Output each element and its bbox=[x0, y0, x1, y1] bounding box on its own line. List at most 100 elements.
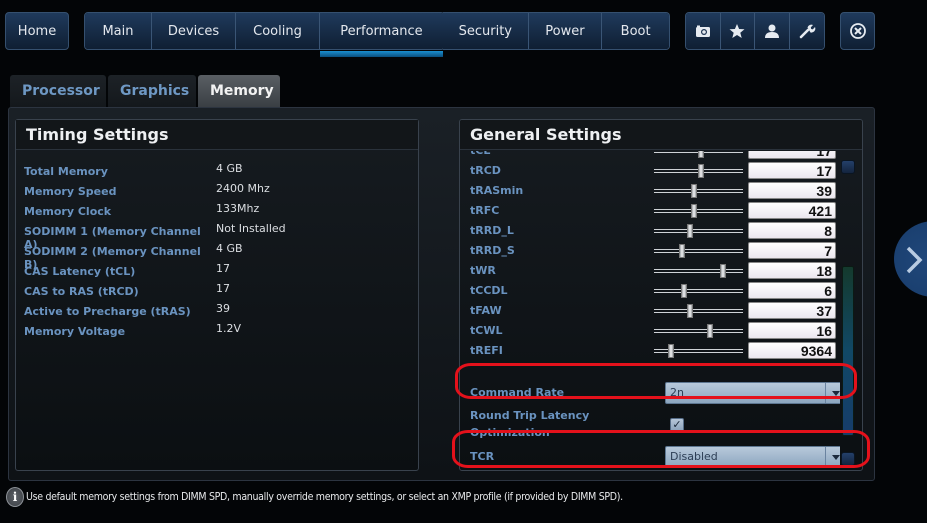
subtab-processor-label: Processor bbox=[22, 83, 100, 99]
slider-track[interactable] bbox=[654, 244, 743, 258]
slider-label: tCL bbox=[470, 151, 490, 157]
timing-row-label: Memory Voltage bbox=[24, 325, 126, 338]
subtab-graphics[interactable]: Graphics bbox=[108, 75, 196, 107]
slider-thumb[interactable] bbox=[687, 304, 694, 318]
scroll-up-button[interactable] bbox=[841, 160, 855, 174]
tab-power-label: Power bbox=[545, 23, 585, 39]
slider-thumb[interactable] bbox=[681, 284, 688, 298]
round-trip-label-line2: Optimization bbox=[470, 426, 550, 439]
active-tab-indicator bbox=[320, 51, 443, 57]
slider-thumb[interactable] bbox=[719, 264, 726, 278]
slider-row-tfaw: tFAW 37 bbox=[470, 301, 840, 321]
timing-row-value: 4 GB bbox=[216, 242, 243, 255]
tab-main-label: Main bbox=[102, 23, 134, 39]
timing-row-label: CAS to RAS (tRCD) bbox=[24, 285, 139, 298]
tab-boot[interactable]: Boot bbox=[602, 13, 669, 49]
value-input[interactable]: 39 bbox=[748, 182, 836, 199]
camera-icon bbox=[695, 25, 710, 37]
chevron-right-icon bbox=[906, 246, 923, 274]
tcr-dropdown[interactable]: Disabled bbox=[665, 446, 840, 468]
slider-track[interactable] bbox=[654, 304, 743, 318]
subtab-memory[interactable]: Memory bbox=[198, 75, 280, 107]
slider-label: tREFI bbox=[470, 344, 503, 357]
command-rate-dropdown[interactable]: 2n bbox=[665, 382, 840, 404]
general-settings-group: General Settings tCL 17 tRCD 17 tRASmin 39 tRF… bbox=[459, 119, 863, 471]
slider-label: tRRD_S bbox=[470, 244, 515, 257]
timing-row-value: Not Installed bbox=[216, 222, 286, 235]
general-settings-scrollbar[interactable] bbox=[841, 160, 855, 466]
tcr-value: Disabled bbox=[670, 450, 718, 463]
slider-thumb[interactable] bbox=[691, 204, 698, 218]
timing-settings-title: Timing Settings bbox=[16, 120, 418, 150]
timing-row-value: 17 bbox=[216, 282, 230, 295]
slider-thumb[interactable] bbox=[679, 244, 686, 258]
slider-track[interactable] bbox=[654, 224, 743, 238]
tab-performance[interactable]: Performance bbox=[320, 13, 443, 49]
command-rate-row: Command Rate 2n bbox=[470, 382, 840, 404]
tab-main[interactable]: Main bbox=[85, 13, 152, 49]
chevron-down-icon bbox=[825, 383, 840, 403]
tab-devices[interactable]: Devices bbox=[152, 13, 236, 49]
slider-row-tcl: tCL 17 bbox=[470, 151, 840, 161]
main-nav-right: Security Power Boot bbox=[443, 12, 670, 50]
close-icon bbox=[849, 23, 866, 39]
slider-track[interactable] bbox=[654, 184, 743, 198]
timing-row-value: 4 GB bbox=[216, 162, 243, 175]
slider-track[interactable] bbox=[654, 151, 743, 158]
slider-track[interactable] bbox=[654, 284, 743, 298]
scroll-down-button[interactable] bbox=[841, 452, 855, 466]
value-input[interactable]: 421 bbox=[748, 202, 836, 219]
user-button[interactable] bbox=[755, 13, 790, 49]
tcr-label: TCR bbox=[470, 450, 495, 463]
slider-row-tcwl: tCWL 16 bbox=[470, 321, 840, 341]
slider-thumb[interactable] bbox=[691, 184, 698, 198]
slider-row-trcd: tRCD 17 bbox=[470, 161, 840, 181]
general-settings-title: General Settings bbox=[460, 120, 862, 150]
tab-cooling[interactable]: Cooling bbox=[236, 13, 320, 49]
tools-button[interactable] bbox=[789, 13, 824, 49]
slider-thumb[interactable] bbox=[698, 164, 705, 178]
tab-performance-label: Performance bbox=[340, 23, 423, 39]
tab-security[interactable]: Security bbox=[443, 13, 529, 49]
value-input[interactable]: 7 bbox=[748, 242, 836, 259]
slider-label: tWR bbox=[470, 264, 496, 277]
subtab-processor[interactable]: Processor bbox=[10, 75, 106, 107]
value-input[interactable]: 9364 bbox=[748, 342, 836, 359]
command-rate-label: Command Rate bbox=[470, 386, 565, 399]
round-trip-checkbox[interactable]: ✓ bbox=[670, 418, 684, 432]
slider-track[interactable] bbox=[654, 264, 743, 278]
slider-track[interactable] bbox=[654, 344, 743, 358]
screenshot-button[interactable] bbox=[686, 13, 721, 49]
value-input[interactable]: 17 bbox=[748, 162, 836, 179]
value-input[interactable]: 16 bbox=[748, 322, 836, 339]
tab-cooling-label: Cooling bbox=[253, 23, 302, 39]
value-input[interactable]: 37 bbox=[748, 302, 836, 319]
timing-row-label: Total Memory bbox=[24, 165, 108, 178]
slider-label: tRASmin bbox=[470, 184, 524, 197]
value-input[interactable]: 8 bbox=[748, 222, 836, 239]
round-trip-row: Round Trip Latency Optimization ✓ bbox=[470, 408, 840, 442]
home-button[interactable]: Home bbox=[5, 12, 69, 50]
slider-track[interactable] bbox=[654, 164, 743, 178]
tab-power[interactable]: Power bbox=[528, 13, 603, 49]
next-page-button[interactable] bbox=[894, 221, 927, 297]
value-input[interactable]: 17 bbox=[748, 151, 836, 159]
slider-thumb[interactable] bbox=[707, 324, 714, 338]
slider-label: tFAW bbox=[470, 304, 502, 317]
value-input[interactable]: 18 bbox=[748, 262, 836, 279]
value-input[interactable]: 6 bbox=[748, 282, 836, 299]
favorites-button[interactable] bbox=[720, 13, 755, 49]
command-rate-value: 2n bbox=[670, 386, 684, 399]
slider-thumb[interactable] bbox=[698, 151, 705, 158]
round-trip-label-line1: Round Trip Latency bbox=[470, 409, 590, 422]
scroll-track[interactable] bbox=[841, 176, 855, 450]
check-icon: ✓ bbox=[672, 418, 682, 431]
general-settings-scroll-area: tCL 17 tRCD 17 tRASmin 39 tRFC 421 tRRD_L 8 tRRD_S… bbox=[460, 151, 840, 470]
slider-thumb[interactable] bbox=[667, 344, 674, 358]
scroll-thumb[interactable] bbox=[842, 266, 854, 437]
slider-track[interactable] bbox=[654, 204, 743, 218]
slider-track[interactable] bbox=[654, 324, 743, 338]
slider-thumb[interactable] bbox=[687, 224, 694, 238]
close-button[interactable] bbox=[840, 12, 875, 50]
star-icon bbox=[729, 24, 745, 38]
